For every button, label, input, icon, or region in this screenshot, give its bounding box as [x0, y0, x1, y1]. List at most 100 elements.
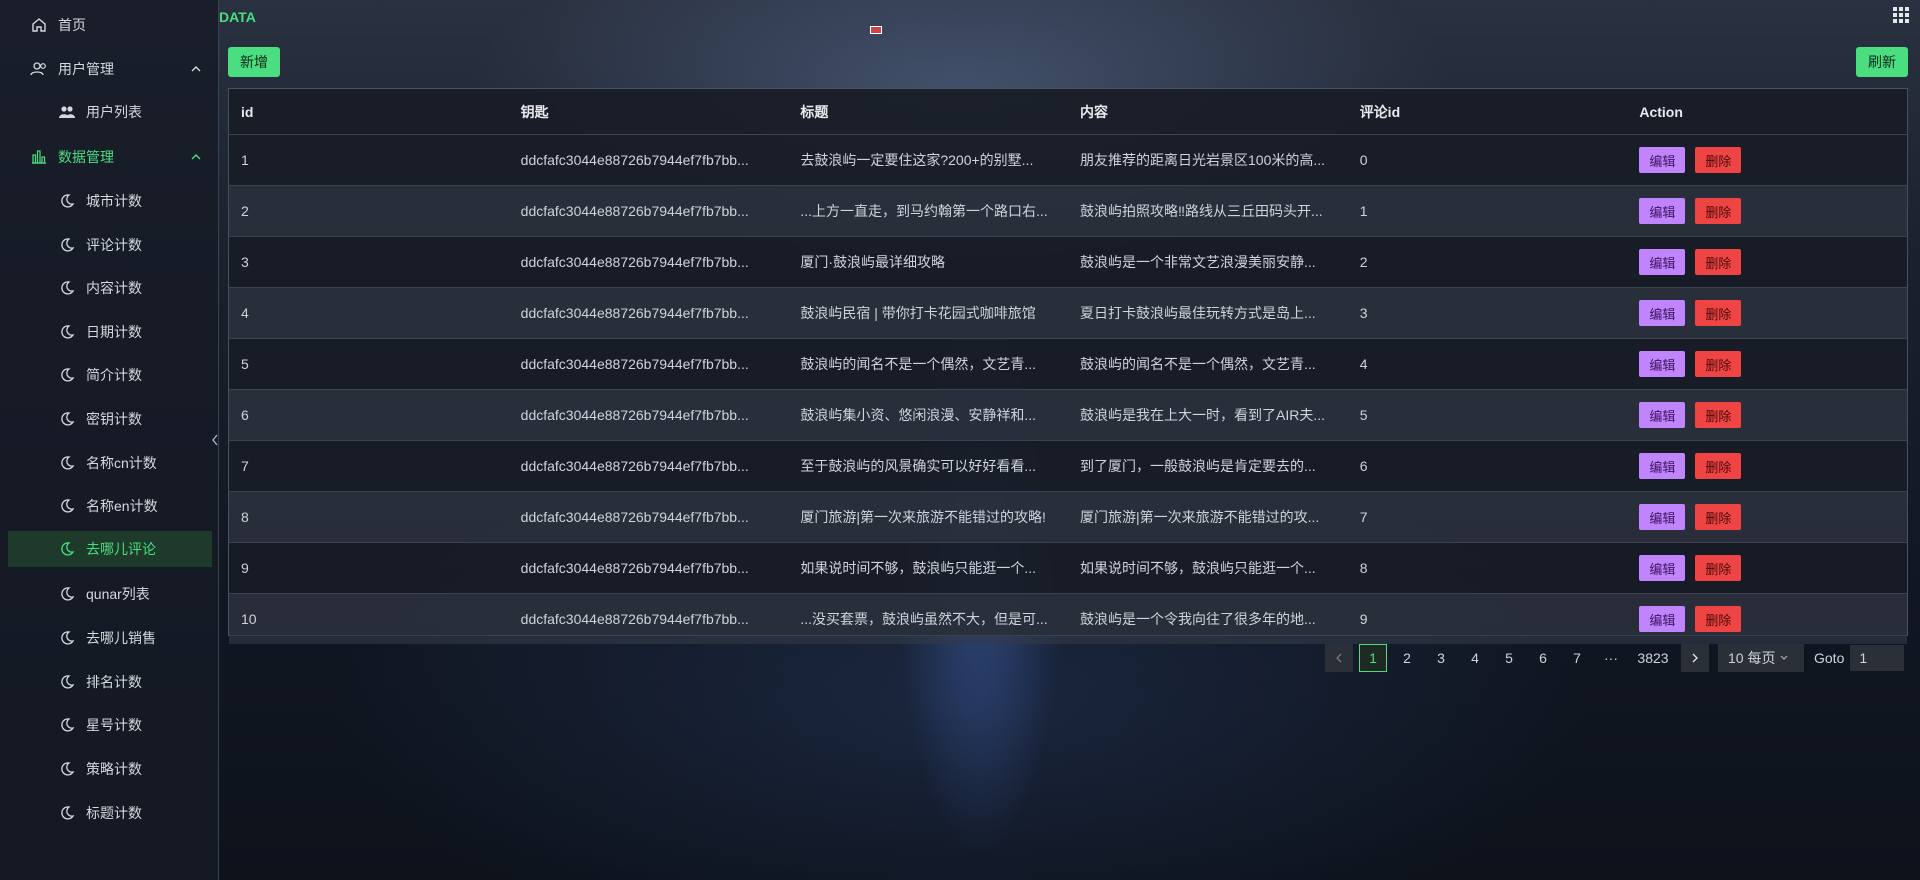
cell-title: 至于鼓浪屿的风景确实可以好好看看...: [800, 458, 1037, 474]
sidebar-item-label: 日期计数: [86, 324, 142, 340]
apps-grid-icon[interactable]: [1893, 7, 1909, 23]
page-button[interactable]: 4: [1461, 644, 1489, 672]
edit-button[interactable]: 编辑: [1639, 453, 1686, 479]
sidebar-item-label: 去哪儿评论: [86, 541, 156, 557]
column-header-key[interactable]: 钥匙: [509, 102, 789, 122]
column-header-action: Action: [1639, 103, 1683, 120]
sidebar-item-data-management[interactable]: 数据管理: [0, 137, 218, 177]
sidebar-item-label: 排名计数: [86, 674, 142, 690]
page-size-select[interactable]: 10 每页: [1718, 644, 1804, 672]
page-button[interactable]: 7: [1563, 644, 1591, 672]
sidebar-item-star-count[interactable]: 星号计数: [0, 705, 218, 745]
column-header-title[interactable]: 标题: [788, 102, 1068, 122]
delete-button[interactable]: 删除: [1695, 555, 1742, 581]
chevron-down-icon: [1781, 655, 1788, 660]
cell-comment-id: 0: [1359, 152, 1368, 168]
cell-action: 编辑 删除: [1627, 198, 1907, 224]
goto-page-input[interactable]: [1850, 645, 1905, 671]
delete-button[interactable]: 删除: [1695, 147, 1742, 173]
sidebar-item-qunar-comments[interactable]: 去哪儿评论: [8, 531, 212, 567]
cell-action: 编辑 删除: [1627, 351, 1907, 377]
column-header-id[interactable]: id: [229, 104, 509, 120]
cell-content: 鼓浪屿是一个非常文艺浪漫美丽安静...: [1080, 254, 1316, 270]
table-row: 3 ddcfafc3044e88726b7944ef7fb7bb... 厦门·鼓…: [229, 237, 1907, 288]
table-row: 2 ddcfafc3044e88726b7944ef7fb7bb... ...上…: [229, 186, 1907, 237]
delete-button[interactable]: 删除: [1695, 198, 1742, 224]
cell-comment-id: 1: [1359, 203, 1368, 219]
delete-button[interactable]: 删除: [1695, 300, 1742, 326]
page-button-last[interactable]: 3823: [1631, 644, 1675, 672]
cell-key: ddcfafc3044e88726b7944ef7fb7bb...: [520, 152, 749, 168]
edit-button[interactable]: 编辑: [1639, 504, 1686, 530]
sidebar-item-label: 首页: [58, 17, 86, 33]
more-pages-ellipsis[interactable]: ···: [1597, 644, 1625, 672]
sidebar-item-label: 用户管理: [58, 61, 114, 77]
sidebar-item-name-en-count[interactable]: 名称en计数: [0, 486, 218, 526]
column-header-content[interactable]: 内容: [1068, 102, 1348, 122]
add-button[interactable]: 新增: [228, 47, 280, 77]
edit-button[interactable]: 编辑: [1639, 402, 1686, 428]
sidebar-item-user-management[interactable]: 用户管理: [0, 49, 218, 89]
prev-page-button[interactable]: [1325, 644, 1353, 672]
edit-button[interactable]: 编辑: [1639, 198, 1686, 224]
cell-id: 8: [241, 509, 249, 525]
cell-action: 编辑 删除: [1627, 555, 1907, 581]
sidebar-item-qunar-list[interactable]: qunar列表: [0, 574, 218, 614]
cell-id: 7: [241, 458, 249, 474]
edit-button[interactable]: 编辑: [1639, 300, 1686, 326]
cell-title: 厦门旅游|第一次来旅游不能错过的攻略!: [800, 509, 1046, 525]
sidebar-item-strategy-count[interactable]: 策略计数: [0, 749, 218, 789]
edit-button[interactable]: 编辑: [1639, 147, 1686, 173]
delete-button[interactable]: 删除: [1695, 606, 1742, 632]
moon-icon: [58, 540, 76, 558]
cell-key: ddcfafc3044e88726b7944ef7fb7bb...: [520, 356, 749, 372]
next-page-button[interactable]: [1681, 644, 1709, 672]
delete-button[interactable]: 删除: [1695, 504, 1742, 530]
sidebar-item-content-count[interactable]: 内容计数: [0, 268, 218, 308]
page-button[interactable]: 2: [1393, 644, 1421, 672]
sidebar-item-rank-count[interactable]: 排名计数: [0, 662, 218, 702]
page-button[interactable]: 6: [1529, 644, 1557, 672]
sidebar-item-comment-count[interactable]: 评论计数: [0, 225, 218, 265]
cell-comment-id: 4: [1359, 356, 1368, 372]
sidebar-item-date-count[interactable]: 日期计数: [0, 312, 218, 352]
edit-button[interactable]: 编辑: [1639, 606, 1686, 632]
user-group-icon: [58, 103, 76, 121]
data-table: id 钥匙 标题 内容 评论id Action 1 ddcfafc3044e88…: [228, 88, 1908, 644]
moon-icon: [58, 366, 76, 384]
sidebar-item-label: 去哪儿销售: [86, 630, 156, 646]
sidebar-item-title-count[interactable]: 标题计数: [0, 793, 218, 833]
sidebar-item-qunar-sales[interactable]: 去哪儿销售: [0, 618, 218, 658]
edit-button[interactable]: 编辑: [1639, 249, 1686, 275]
cell-title: ...上方一直走，到马约翰第一个路口右...: [800, 203, 1048, 219]
column-header-comment-id[interactable]: 评论id: [1348, 102, 1628, 122]
sidebar-item-city-count[interactable]: 城市计数: [0, 181, 218, 221]
edit-button[interactable]: 编辑: [1639, 555, 1686, 581]
moon-icon: [58, 192, 76, 210]
delete-button[interactable]: 删除: [1695, 453, 1742, 479]
cell-content: 鼓浪屿拍照攻略‼路线从三丘田码头开...: [1080, 203, 1323, 219]
cell-content: 朋友推荐的距离日光岩景区100米的高...: [1080, 152, 1326, 168]
sidebar-item-name-cn-count[interactable]: 名称cn计数: [0, 443, 218, 483]
chevron-up-icon: [190, 150, 202, 166]
sidebar-item-home[interactable]: 首页: [0, 5, 218, 45]
refresh-button[interactable]: 刷新: [1856, 47, 1908, 77]
cell-key: ddcfafc3044e88726b7944ef7fb7bb...: [520, 560, 749, 576]
page-button-current[interactable]: 1: [1359, 644, 1387, 672]
moon-icon: [58, 629, 76, 647]
sidebar-item-intro-count[interactable]: 简介计数: [0, 355, 218, 395]
chevron-right-icon: [1692, 653, 1698, 663]
sidebar-item-user-list[interactable]: 用户列表: [0, 92, 218, 132]
delete-button[interactable]: 删除: [1695, 402, 1742, 428]
sidebar-item-key-count[interactable]: 密钥计数: [0, 399, 218, 439]
page-button[interactable]: 5: [1495, 644, 1523, 672]
edit-button[interactable]: 编辑: [1639, 351, 1686, 377]
sidebar-collapse-button[interactable]: [208, 430, 222, 450]
delete-button[interactable]: 删除: [1695, 351, 1742, 377]
sidebar-item-label: 策略计数: [86, 761, 142, 777]
table-row: 8 ddcfafc3044e88726b7944ef7fb7bb... 厦门旅游…: [229, 492, 1907, 543]
cell-id: 6: [241, 407, 249, 423]
cell-comment-id: 7: [1359, 509, 1368, 525]
delete-button[interactable]: 删除: [1695, 249, 1742, 275]
page-button[interactable]: 3: [1427, 644, 1455, 672]
